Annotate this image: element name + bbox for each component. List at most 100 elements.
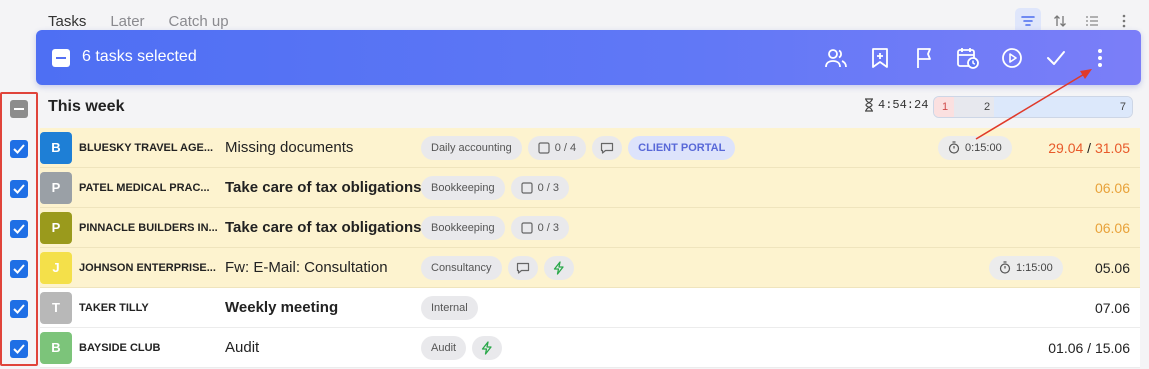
client-name[interactable]: JOHNSON ENTERPRISE... [79,262,225,274]
bolt-icon [481,340,492,355]
category-chip[interactable]: Internal [421,295,478,320]
client-name[interactable]: BLUESKY TRAVEL AGE... [79,142,225,154]
assign-users-button[interactable] [821,43,851,73]
chip-label: Daily accounting [431,141,512,154]
category-chip[interactable]: Bookkeeping [421,175,505,200]
more-vertical-icon [1122,14,1126,28]
task-chips: Internal [421,295,478,320]
row-checkbox[interactable] [10,180,28,198]
row-checkbox[interactable] [10,300,28,318]
client-avatar: T [40,291,72,324]
check-icon [13,344,25,354]
assign-users-icon [825,49,847,68]
checkbox-icon [521,181,533,194]
flag-icon [917,48,931,68]
client-name[interactable]: PINNACLE BUILDERS IN... [79,222,225,234]
row-checkbox[interactable] [10,220,28,238]
row-checkbox[interactable] [10,340,28,358]
client-avatar: P [40,211,72,244]
task-row[interactable]: P PINNACLE BUILDERS IN... Take care of tax… [40,208,1140,248]
more-actions-button[interactable] [1085,43,1115,73]
comments-chip[interactable] [507,255,538,280]
chip-label: Internal [431,301,468,314]
task-title[interactable]: Take care of tax obligations [225,179,421,196]
due-date: 01.06 / 15.06 [1048,339,1130,356]
more-vertical-icon [1098,49,1102,67]
date-separator: / [1083,139,1095,156]
sort-icon [1054,15,1066,27]
due-date: 06.06 [1094,179,1130,196]
check-icon [13,144,25,154]
task-row[interactable]: B BLUESKY TRAVEL AGE... Missing documents D… [40,128,1140,168]
category-chip[interactable]: Audit [421,335,467,360]
task-row[interactable]: B BAYSIDE CLUB Audit Audit 01.06 / 15.06 [40,328,1140,368]
subtask-count-chip[interactable]: 0 / 4 [527,135,587,160]
deselect-all-checkbox[interactable] [52,49,70,67]
check-icon [13,224,25,234]
client-avatar: B [40,331,72,364]
stopwatch-icon [948,141,960,154]
task-chips: Bookkeeping 0 / 3 [421,175,570,200]
row-checkbox[interactable] [10,260,28,278]
bulk-actions [821,43,1115,73]
due-date: 29.04 / 31.05 [1048,140,1130,156]
task-chips: Audit [421,335,503,360]
category-chip[interactable]: Bookkeeping [421,215,505,240]
selection-bar: 6 tasks selected [36,30,1141,85]
schedule-icon [957,48,979,69]
client-name[interactable]: PATEL MEDICAL PRAC... [79,182,225,194]
time-tracked-value: 0:15:00 [965,141,1002,154]
task-title[interactable]: Fw: E-Mail: Consultation [225,259,421,276]
progress-overdue: 1 [934,97,954,117]
complete-button[interactable] [1041,43,1071,73]
client-avatar: B [40,131,72,164]
task-chips: Bookkeeping 0 / 3 [421,215,570,240]
chip-label: Consultancy [431,261,492,274]
client-portal-chip[interactable]: CLIENT PORTAL [628,135,736,160]
task-list: B BLUESKY TRAVEL AGE... Missing documents D… [40,128,1140,368]
bookmark-add-button[interactable] [865,43,895,73]
checkbox-icon [538,141,550,154]
category-chip[interactable]: Consultancy [421,255,502,280]
automation-chip[interactable] [543,255,574,280]
filter-icon [1021,16,1035,26]
time-tracked-value: 1:15:00 [1016,261,1053,274]
automation-chip[interactable] [472,335,503,360]
selection-checkbox-column [0,92,38,366]
subtask-count-chip[interactable]: 0 / 3 [510,175,570,200]
chip-label: 0 / 4 [554,141,577,154]
row-checkbox[interactable] [10,140,28,158]
hourglass-icon [865,98,873,112]
task-title[interactable]: Take care of tax obligations [225,219,421,236]
start-timer-button[interactable] [997,43,1027,73]
check-icon [13,264,25,274]
chip-label: 0 / 3 [537,181,560,194]
client-avatar: J [40,251,72,284]
task-title[interactable]: Audit [225,339,421,356]
due-date: 06.06 [1094,219,1130,236]
client-name[interactable]: TAKER TILLY [79,302,225,314]
start-date: 29.04 [1048,139,1084,156]
category-chip[interactable]: Daily accounting [421,135,522,160]
schedule-button[interactable] [953,43,983,73]
task-row[interactable]: T TAKER TILLY Weekly meeting Internal 07.06 [40,288,1140,328]
time-tracked-chip[interactable]: 0:15:00 [938,135,1012,160]
task-row[interactable]: P PATEL MEDICAL PRAC... Take care of tax o… [40,168,1140,208]
client-name[interactable]: BAYSIDE CLUB [79,342,225,354]
chip-label: Audit [431,341,457,354]
flag-button[interactable] [909,43,939,73]
due-date: 05.06 [1094,259,1130,276]
check-icon [13,184,25,194]
chip-label: CLIENT PORTAL [638,141,726,154]
bookmark-add-icon [872,48,888,68]
task-title[interactable]: Weekly meeting [225,299,421,316]
time-tracked-chip[interactable]: 1:15:00 [989,255,1063,280]
comment-icon [516,262,529,274]
task-row[interactable]: J JOHNSON ENTERPRISE... Fw: E-Mail: Consul… [40,248,1140,288]
comments-chip[interactable] [592,135,623,160]
section-title: This week [48,98,125,115]
section-time-value: 4:54:24 [878,98,929,112]
task-title[interactable]: Missing documents [225,139,421,156]
subtask-count-chip[interactable]: 0 / 3 [510,215,570,240]
select-all-checkbox[interactable] [10,100,28,118]
